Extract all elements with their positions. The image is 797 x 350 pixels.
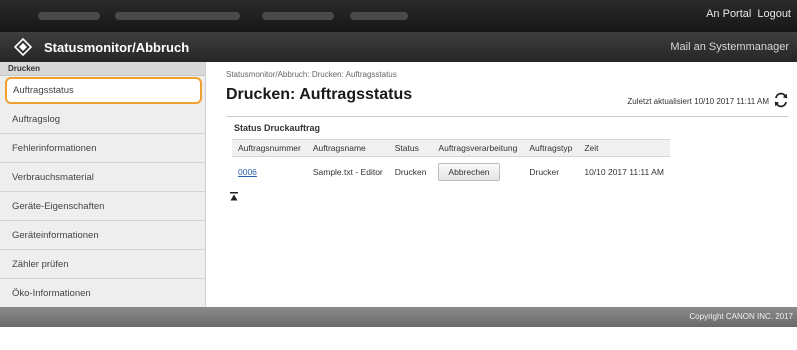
page-title: Drucken: Auftragsstatus <box>226 86 413 103</box>
table-row: 0006 Sample.txt - Editor Drucken Abbrech… <box>232 157 670 188</box>
column-header: Auftragsname <box>306 139 389 157</box>
blurred-text <box>115 12 240 20</box>
column-header: Auftragsnummer <box>232 139 307 157</box>
logout-link[interactable]: Logout <box>757 8 791 20</box>
job-type-cell: Drucker <box>529 167 560 177</box>
cancel-job-button[interactable]: Abbrechen <box>438 163 500 181</box>
job-status-cell: Drucken <box>394 167 427 177</box>
breadcrumb: Statusmonitor/Abbruch: Drucken: Auftrags… <box>226 70 397 79</box>
sidebar-item-auftragslog[interactable]: Auftragslog <box>0 105 205 134</box>
job-number-cell: 0006 <box>232 157 307 188</box>
last-updated-text: Zuletzt aktualisiert 10/10 2017 11:11 AM <box>627 97 769 106</box>
bottom-margin <box>0 327 797 350</box>
blurred-text <box>350 12 408 20</box>
sidebar-item-fehlerinformationen[interactable]: Fehlerinformationen <box>0 134 205 163</box>
blurred-text <box>262 12 334 20</box>
column-header: Auftragsverarbeitung <box>432 139 524 157</box>
panel-title: Status Druckauftrag <box>234 123 321 133</box>
refresh-icon[interactable] <box>773 92 789 108</box>
column-header: Zeit <box>578 139 670 157</box>
print-job-status-panel: Status Druckauftrag Auftragsnummer Auftr… <box>226 116 788 191</box>
column-header: Auftragstyp <box>523 139 579 157</box>
sidebar-section-title: Drucken <box>0 62 205 76</box>
app-title: Statusmonitor/Abbruch <box>44 40 190 55</box>
sidebar-item-oeko-informationen[interactable]: Öko-Informationen <box>0 279 205 308</box>
sidebar-item-geraeteinformationen[interactable]: Geräteinformationen <box>0 221 205 250</box>
column-header: Status <box>388 139 433 157</box>
portal-link[interactable]: An Portal <box>706 8 751 20</box>
copyright-text: Copyright CANON INC. 2017 <box>689 312 793 321</box>
mail-systemmanager-link[interactable]: Mail an Systemmanager <box>670 41 789 53</box>
canon-diamond-icon <box>14 38 32 56</box>
top-bar: An Portal Logout <box>0 0 797 32</box>
sidebar-item-auftragsstatus[interactable]: Auftragsstatus <box>5 77 202 104</box>
sidebar-item-geraete-eigenschaften[interactable]: Geräte-Eigenschaften <box>0 192 205 221</box>
app-header: Statusmonitor/Abbruch Mail an Systemmana… <box>0 32 797 63</box>
job-time-cell: 10/10 2017 11:11 AM <box>584 167 664 177</box>
footer: Copyright CANON INC. 2017 <box>0 307 797 327</box>
main-content: Statusmonitor/Abbruch: Drucken: Auftrags… <box>206 62 797 307</box>
top-links: An Portal Logout <box>706 8 791 20</box>
job-name-cell: Sample.txt - Editor <box>312 167 383 177</box>
job-action-cell: Abbrechen <box>432 157 523 188</box>
blurred-text <box>38 12 100 20</box>
sidebar-item-verbrauchsmaterial[interactable]: Verbrauchsmaterial <box>0 163 205 192</box>
table-header-row: Auftragsnummer Auftragsname Status Auftr… <box>232 139 670 157</box>
job-table: Auftragsnummer Auftragsname Status Auftr… <box>232 139 670 187</box>
sidebar: Drucken Auftragsstatus Auftragslog Fehle… <box>0 62 206 308</box>
scroll-to-top-icon[interactable] <box>230 192 238 201</box>
sidebar-item-zaehler-pruefen[interactable]: Zähler prüfen <box>0 250 205 279</box>
job-number-link[interactable]: 0006 <box>238 167 257 177</box>
